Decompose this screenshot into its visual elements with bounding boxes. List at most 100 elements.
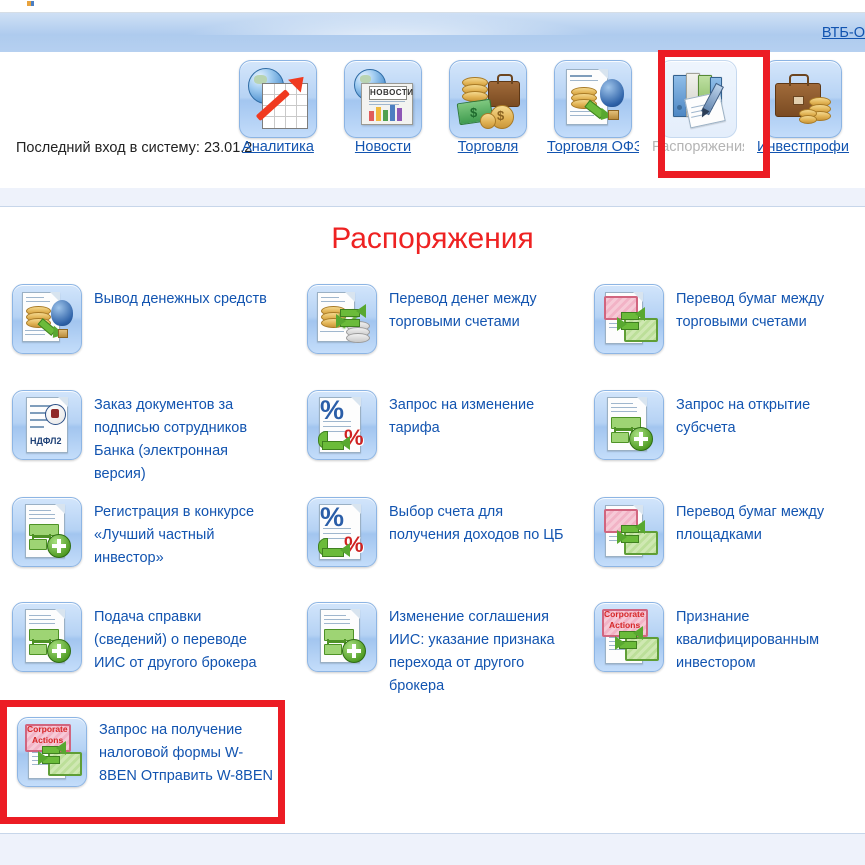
nav-label-trading[interactable]: Торговля [458, 139, 519, 155]
nav-label-clip: Торговля ОФЗ-Н [547, 138, 639, 156]
order-item-label[interactable]: Запрос на изменение тарифа [389, 390, 534, 440]
briefcase-coins-icon[interactable] [764, 60, 842, 138]
nav-item-investprofile[interactable]: Инвестпрофиль [757, 60, 849, 156]
order-item-transfer-securities-accounts[interactable]: Перевод бумаг между торговыми счетами [594, 284, 865, 354]
order-label-line3: инвестором [676, 655, 756, 671]
order-item-label[interactable]: Перевод бумаг между торговыми счетами [676, 284, 824, 334]
order-label-line1: Перевод денег между [389, 291, 537, 307]
nav-label-clip: Новости [337, 138, 429, 156]
order-label-line1: Вывод денежных средств [94, 291, 267, 307]
order-label-line2: получения доходов по ЦБ [389, 527, 564, 543]
order-item-label[interactable]: Вывод денежных средств [94, 284, 267, 311]
orders-row: Регистрация в конкурсе «Лучший частный и… [0, 497, 865, 602]
w8ben-label-line4[interactable]: Отправить W-8BEN [141, 768, 273, 784]
w8ben-label-line1: Запрос на получение [99, 722, 243, 738]
orders-row: НДФЛ2 Заказ документов за подписью сотру… [0, 390, 865, 497]
order-label-line3: перехода от другого [389, 655, 525, 671]
percent-document-icon[interactable]: % % [307, 390, 377, 460]
document-coins-balloon-icon[interactable] [12, 284, 82, 354]
analytics-chart-globe-icon[interactable] [239, 60, 317, 138]
ofz-document-coins-balloon-icon[interactable] [554, 60, 632, 138]
order-item-label[interactable]: Подача справки (сведений) о переводе ИИС… [94, 602, 257, 675]
orders-row: Подача справки (сведений) о переводе ИИС… [0, 602, 865, 710]
order-label-line2: торговыми счетами [389, 314, 520, 330]
order-item-label[interactable]: Перевод бумаг между площадками [676, 497, 824, 547]
order-label-line1: Признание [676, 609, 750, 625]
order-item-withdraw-funds[interactable]: Вывод денежных средств [0, 284, 297, 354]
news-paper-globe-icon[interactable]: НОВОСТИ [344, 60, 422, 138]
percent-symbol-blue: % [320, 502, 345, 532]
nav-label-clip: Аналитика [232, 138, 324, 156]
nav-label-news[interactable]: Новости [355, 139, 411, 155]
document-add-account-icon[interactable] [12, 497, 82, 567]
corporate-actions-icon[interactable]: Corporate Actions [17, 717, 87, 787]
order-item-label[interactable]: Перевод денег между торговыми счетами [389, 284, 537, 334]
nav-item-analytics[interactable]: Аналитика [232, 60, 324, 156]
orders-row: Вывод денежных средств ⇄ Перевод денег м… [0, 284, 865, 390]
nav-item-news[interactable]: НОВОСТИ Новости [337, 60, 429, 156]
page-footer-band [0, 833, 865, 865]
nav-label-clip: Инвестпрофиль [757, 138, 849, 156]
order-label-line3: Банка (электронная [94, 443, 228, 459]
nav-item-trading-ofz[interactable]: Торговля ОФЗ-Н [547, 60, 639, 156]
brand-link[interactable]: ВТБ-О [822, 25, 865, 41]
nav-label-analytics[interactable]: Аналитика [242, 139, 314, 155]
order-item-transfer-money-accounts[interactable]: ⇄ Перевод денег между торговыми счетами [297, 284, 594, 354]
order-item-label[interactable]: Признание квалифицированным инвестором [676, 602, 819, 675]
order-item-income-account-selection[interactable]: % % Выбор счета для получения доходов по… [297, 497, 594, 567]
order-label-line1: Запрос на изменение [389, 397, 535, 413]
order-item-open-subaccount[interactable]: Запрос на открытие субсчета [594, 390, 865, 460]
order-label-line1: Выбор счета для [389, 504, 504, 520]
order-item-tariff-change[interactable]: % % Запрос на изменение тарифа [297, 390, 594, 460]
browser-top-sliver [0, 0, 865, 8]
order-item-qualified-investor[interactable]: Corporate Actions Признание квалифициров… [594, 602, 865, 675]
main-nav-area: Последний вход в систему: 23.01.2 Аналит… [0, 52, 865, 188]
percent-document-icon[interactable]: % % [307, 497, 377, 567]
nav-label-trading-ofz[interactable]: Торговля ОФЗ-Н [547, 139, 639, 155]
document-securities-swap-icon[interactable] [594, 497, 664, 567]
document-add-account-icon[interactable] [12, 602, 82, 672]
order-item-label[interactable]: Заказ документов за подписью сотрудников… [94, 390, 247, 486]
nav-item-trading[interactable]: $ $ Торговля [442, 60, 534, 156]
order-label-line2: площадками [676, 527, 762, 543]
order-label-line1: Подача справки [94, 609, 202, 625]
order-item-label[interactable]: Изменение соглашения ИИС: указание призн… [389, 602, 555, 698]
corporate-actions-icon[interactable]: Corporate Actions [594, 602, 664, 672]
nav-label-investprofile[interactable]: Инвестпрофиль [757, 139, 849, 155]
order-item-iis-transfer-certificate[interactable]: Подача справки (сведений) о переводе ИИС… [0, 602, 297, 675]
order-item-order-bank-documents[interactable]: НДФЛ2 Заказ документов за подписью сотру… [0, 390, 297, 486]
order-item-transfer-securities-venues[interactable]: Перевод бумаг между площадками [594, 497, 865, 567]
order-item-label[interactable]: Выбор счета для получения доходов по ЦБ [389, 497, 564, 547]
order-item-iis-agreement-change[interactable]: Изменение соглашения ИИС: указание призн… [297, 602, 594, 698]
document-add-account-icon[interactable] [307, 602, 377, 672]
document-coins-swap-icon[interactable]: ⇄ [307, 284, 377, 354]
nav-label-clip: Распоряжения [652, 138, 744, 156]
content-separator-band [0, 188, 865, 207]
nav-label-orders: Распоряжения [652, 139, 744, 155]
money-briefcase-icon[interactable]: $ $ [449, 60, 527, 138]
ndfl2-document-icon[interactable]: НДФЛ2 [12, 390, 82, 460]
order-label-line2: квалифицированным [676, 632, 820, 648]
w8ben-label[interactable]: Запрос на получение налоговой формы W- 8… [99, 717, 278, 788]
order-label-line1: Заказ документов за [94, 397, 234, 413]
order-label-line4: брокера [389, 678, 445, 694]
order-item-label[interactable]: Регистрация в конкурсе «Лучший частный и… [94, 497, 254, 570]
site-header-band [0, 12, 865, 53]
order-item-w8ben[interactable]: Corporate Actions Запрос на получение на… [7, 707, 278, 788]
nav-item-orders[interactable]: Распоряжения [652, 60, 744, 156]
favicon-pixel-blue [31, 1, 34, 6]
document-securities-swap-icon[interactable] [594, 284, 664, 354]
header-glow [180, 13, 600, 35]
order-label-line2: «Лучший частный [94, 527, 215, 543]
nav-items-list: Аналитика НОВОСТИ Новости $ $ Торговля Т… [232, 60, 849, 156]
w8ben-label-line2: налоговой формы W- [99, 745, 244, 761]
order-label-line3: инвестор» [94, 550, 164, 566]
folders-pen-icon[interactable] [659, 60, 737, 138]
order-item-label[interactable]: Запрос на открытие субсчета [676, 390, 810, 440]
order-label-line2: подписью сотрудников [94, 420, 248, 436]
order-label-line2: тарифа [389, 420, 440, 436]
order-item-contest-registration[interactable]: Регистрация в конкурсе «Лучший частный и… [0, 497, 297, 570]
document-add-account-icon[interactable] [594, 390, 664, 460]
corporate-label: Corporate [604, 609, 645, 619]
w8ben-label-line3: 8BEN [99, 768, 137, 784]
